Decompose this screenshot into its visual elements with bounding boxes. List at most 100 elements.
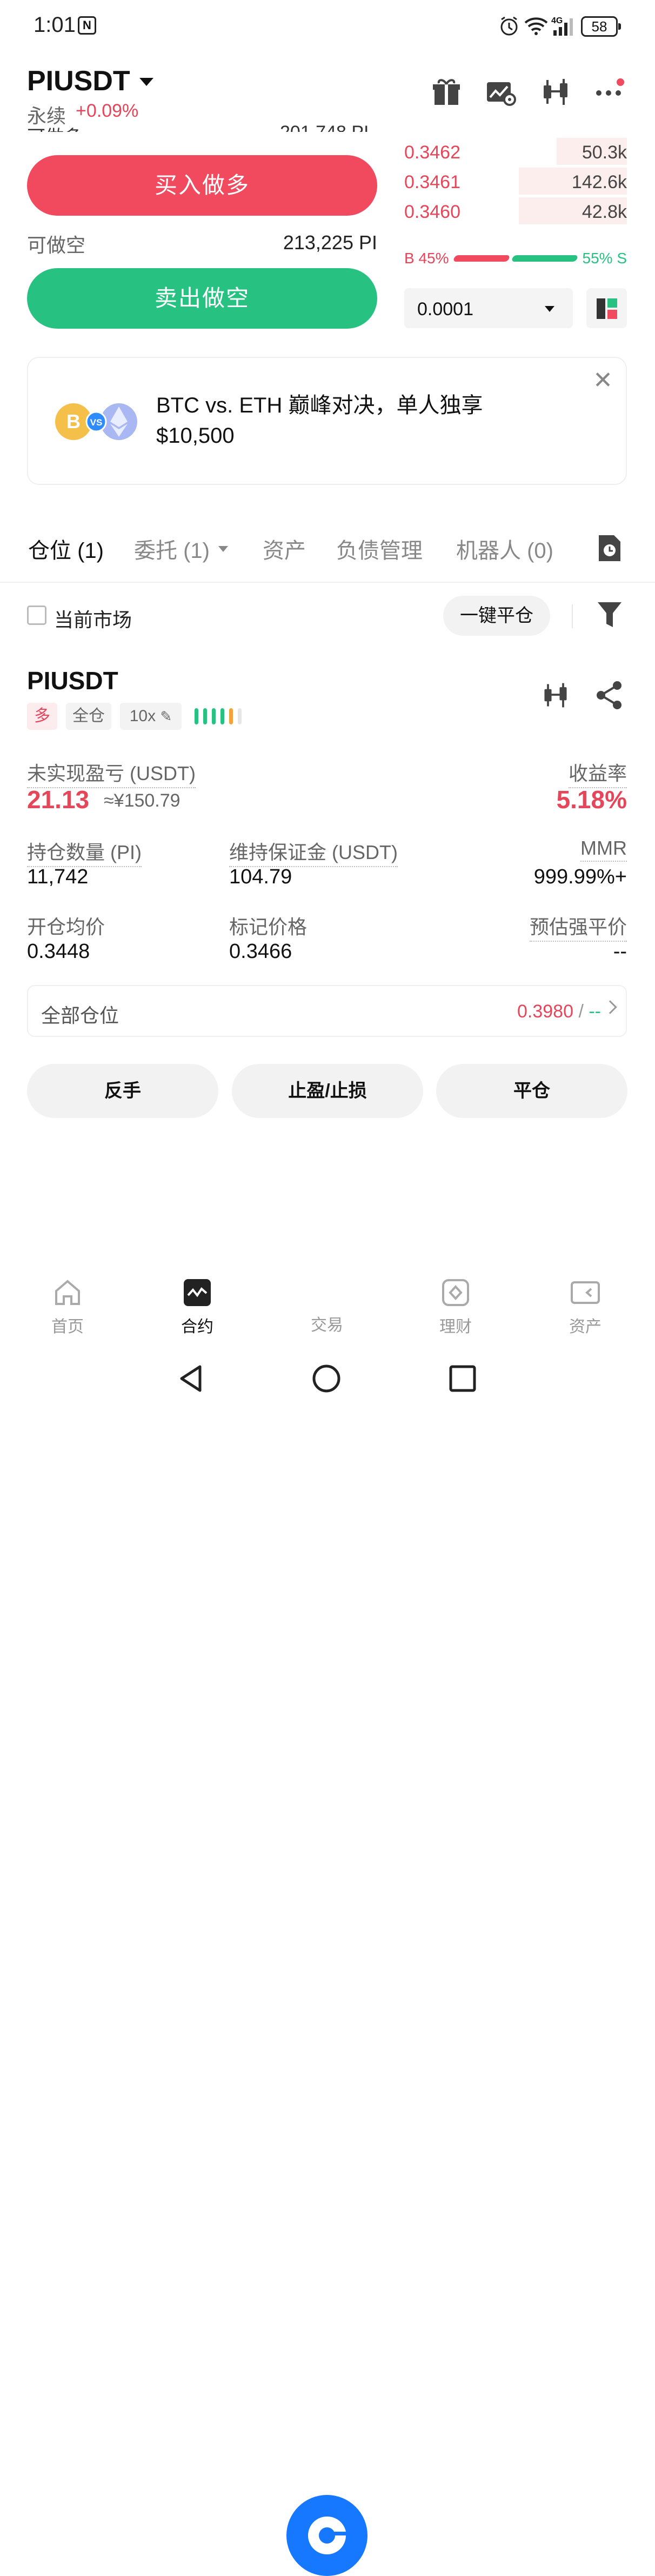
ask-size: 42.8k — [582, 202, 627, 222]
nav-earn[interactable]: 理财 — [423, 1265, 488, 1337]
current-market-label[interactable]: 当前市场 — [54, 604, 132, 633]
ask-price: 0.3460 — [404, 202, 460, 222]
btc-glyph: B — [66, 410, 81, 432]
can-short-value: 213,225 PI — [283, 231, 377, 254]
status-time: 1:01 — [34, 13, 76, 37]
mark-price-value: 0.3466 — [229, 940, 292, 963]
price-change: +0.09% — [76, 101, 139, 121]
tp-sl-button[interactable]: 止盈/止损 — [232, 1064, 423, 1118]
tab-positions[interactable]: 仓位 (1) — [28, 533, 104, 564]
all-positions-row[interactable]: 全部仓位 0.3980 / -- — [27, 985, 627, 1037]
entry-price-label: 开仓均价 — [27, 916, 105, 938]
precision-value: 0.0001 — [417, 299, 473, 319]
side-badge: 多 — [27, 703, 57, 730]
history-icon[interactable] — [596, 533, 623, 563]
layout-toggle-button[interactable] — [586, 288, 627, 328]
close-icon[interactable]: ✕ — [593, 369, 613, 392]
ask-row[interactable]: 0.3461 142.6k — [404, 168, 627, 195]
unrealized-pnl-cny: ≈¥150.79 — [104, 790, 181, 811]
promo-banner[interactable]: B VS BTC vs. ETH 巅峰对决，单人独享 $10,500 ✕ — [27, 357, 627, 485]
liq-price-value: -- — [613, 940, 627, 963]
chart-settings-icon[interactable] — [485, 76, 517, 108]
signal-icon — [553, 18, 573, 36]
sell-short-button[interactable]: 卖出做空 — [27, 268, 377, 329]
size-value: 11,742 — [27, 866, 89, 888]
leverage-badge[interactable]: 10x ✎ — [120, 703, 182, 730]
all-positions-sep: / — [578, 1001, 584, 1022]
reverse-button[interactable]: 反手 — [27, 1064, 218, 1118]
nav-label: 首页 — [51, 1318, 84, 1336]
nav-home[interactable]: 首页 — [35, 1265, 100, 1337]
ask-row[interactable]: 0.3462 50.3k — [404, 138, 627, 165]
mmr-label[interactable]: MMR — [580, 837, 627, 862]
tab-orders[interactable]: 委托 (1) — [134, 533, 210, 564]
all-positions-label: 全部仓位 — [41, 1004, 119, 1027]
buy-long-button[interactable]: 买入做多 — [27, 155, 377, 216]
promo-text: BTC vs. ETH 巅峰对决，单人独享 $10,500 — [156, 394, 483, 448]
candlestick-icon[interactable] — [540, 680, 571, 710]
precision-select[interactable]: 0.0001 — [404, 288, 573, 328]
unrealized-pnl-label[interactable]: 未实现盈亏 (USDT) — [27, 758, 196, 788]
nav-label: 理财 — [439, 1318, 472, 1336]
roe-value: 5.18% — [556, 786, 627, 814]
ask-size: 50.3k — [582, 142, 627, 163]
btc-vs-eth-icon: B VS — [55, 403, 137, 440]
entry-price-value: 0.3448 — [27, 940, 90, 963]
nav-label: 资产 — [569, 1318, 601, 1336]
candlestick-icon[interactable] — [539, 76, 572, 108]
position-symbol[interactable]: PIUSDT — [27, 666, 118, 695]
margin-mode-badge: 全仓 — [66, 703, 111, 730]
liq-price-label[interactable]: 预估强平价 — [529, 911, 627, 942]
more-icon[interactable] — [593, 76, 626, 108]
nav-label: 交易 — [311, 1316, 343, 1334]
size-label[interactable]: 持仓数量 (PI) — [27, 837, 142, 867]
battery-icon: 58 — [581, 16, 621, 37]
sell-ratio-bar — [511, 255, 579, 262]
all-positions-value: 0.3980 — [517, 1001, 573, 1022]
filter-icon[interactable] — [597, 600, 623, 629]
caret-down-icon — [545, 306, 554, 312]
share-icon[interactable] — [594, 680, 625, 710]
vs-badge: VS — [90, 417, 103, 428]
chevron-right-icon — [603, 1000, 617, 1014]
trade-fab-button[interactable] — [286, 2495, 367, 2576]
ask-price: 0.3461 — [404, 172, 460, 192]
ask-price: 0.3462 — [404, 142, 460, 163]
risk-level-bar — [220, 708, 224, 724]
can-long-label: 可做多 — [27, 122, 82, 132]
home-circle-icon[interactable] — [311, 1363, 342, 1394]
maint-margin-label[interactable]: 维持保证金 (USDT) — [229, 837, 398, 867]
tab-liability[interactable]: 负债管理 — [336, 533, 423, 564]
nav-label: 合约 — [181, 1318, 213, 1336]
caret-down-icon[interactable] — [139, 78, 153, 86]
roe-label[interactable]: 收益率 — [568, 758, 627, 788]
close-position-button[interactable]: 平仓 — [436, 1064, 627, 1118]
caret-down-icon[interactable] — [218, 546, 228, 552]
risk-level-bar — [203, 708, 207, 724]
edit-icon: ✎ — [160, 708, 172, 724]
tab-assets[interactable]: 资产 — [263, 533, 306, 564]
wallet-icon — [571, 1281, 600, 1304]
buy-ratio: B 45% — [404, 250, 449, 267]
position-tabs: 仓位 (1) 委托 (1) 资产 负债管理 机器人 (0) — [0, 523, 655, 583]
unrealized-pnl: 21.13 — [27, 786, 90, 814]
nav-assets[interactable]: 资产 — [553, 1265, 618, 1337]
futures-icon — [184, 1279, 211, 1306]
wifi-icon — [524, 17, 548, 35]
pair-selector[interactable]: PIUSDT — [27, 65, 130, 97]
divider — [572, 604, 573, 628]
current-market-checkbox[interactable] — [27, 605, 46, 625]
tab-bots[interactable]: 机器人 (0) — [456, 533, 553, 564]
risk-level-bar — [212, 708, 216, 724]
close-all-button[interactable]: 一键平仓 — [443, 596, 550, 636]
recents-icon[interactable] — [447, 1363, 478, 1394]
nav-futures[interactable]: 合约 — [165, 1265, 230, 1337]
status-bar: 1:01 N 4G 58 — [0, 0, 655, 54]
risk-level-bar — [195, 708, 198, 724]
ask-row[interactable]: 0.3460 42.8k — [404, 197, 627, 224]
earn-icon — [442, 1279, 469, 1306]
risk-level-bar — [238, 708, 242, 724]
sell-ratio: 55% S — [582, 250, 627, 267]
back-icon[interactable] — [176, 1363, 206, 1394]
gift-icon[interactable] — [430, 76, 463, 108]
